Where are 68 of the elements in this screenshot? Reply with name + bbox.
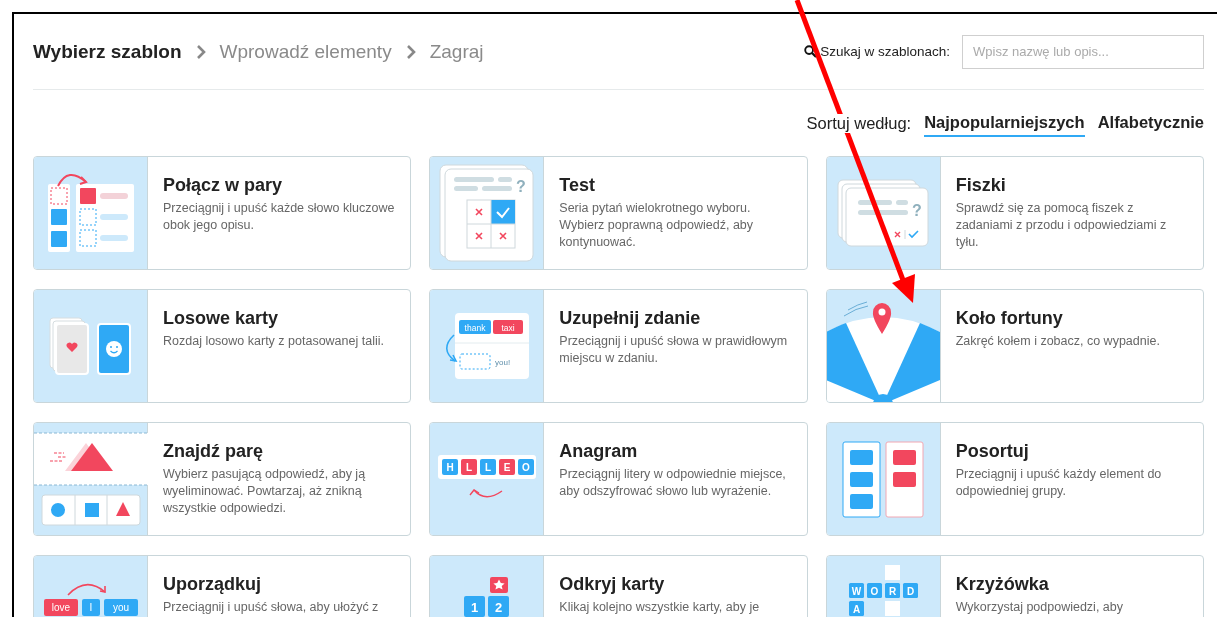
template-card[interactable]: ? Test Seria pytań wielokrotnego wyboru. Wybierz poprawną odpowiedź, aby kontynuować.: [429, 156, 808, 270]
template-title: Krzyżówka: [955, 574, 1050, 595]
star-card: [490, 577, 509, 593]
template-card[interactable]: Połącz w pary Przeciągnij i upuść każde słowo kluczowe obok jego opisu.: [33, 156, 412, 270]
template-title: Losowe karty: [163, 308, 280, 329]
letter-tile: D: [902, 583, 918, 598]
template-title: Uzupełnij zdanie: [559, 308, 702, 329]
template-title: Uporządkuj: [163, 574, 262, 595]
template-description: Przeciągnij i upuść każde słowo kluczowe obok jego opisu.: [163, 200, 396, 234]
template-card[interactable]: thank taxi you! Uzupełnij zdanie Przeciągnij i upuść słowa w prawidłowym miejscu w zdaniu.: [429, 289, 808, 403]
template-description: Zakręć kołem i zobacz, co wypadnie.: [955, 333, 1160, 350]
word-tile: you: [103, 599, 138, 616]
question-mark: ?: [912, 202, 922, 219]
template-description: Sprawdź się za pomocą fiszek z zadaniami z przodu i odpowiedziami z tyłu.: [955, 200, 1168, 251]
word-label: you!: [495, 358, 511, 367]
template-description: Przeciągnij i upuść słowa, aby ułożyć z: [163, 599, 379, 616]
template-description: Przeciągnij i upuść każdy element do odpowiedniej grupy.: [955, 466, 1163, 500]
template-description: Seria pytań wielokrotnego wyboru. Wybierz poprawną odpowiedź, aby kontynuować.: [559, 200, 755, 251]
empty-cell: [884, 601, 900, 616]
template-title: Posortuj: [955, 441, 1030, 462]
letter-tile: A: [848, 601, 864, 616]
letter-tile: O: [866, 583, 882, 598]
template-description: Klikaj kolejno wszystkie karty, aby je: [559, 599, 760, 616]
template-description: Wykorzystaj podpowiedzi, aby: [955, 599, 1123, 616]
number-tile: 2: [488, 596, 510, 617]
sort-option[interactable]: Alfabetycznie: [1097, 109, 1204, 137]
question-mark: ?: [516, 178, 527, 195]
search-field[interactable]: Wpisz nazwę lub opis...: [962, 34, 1204, 69]
template-title: Połącz w pary: [163, 175, 284, 196]
template-card[interactable]: 1 2 Odkryj karty Klikaj kolejno wszystkie karty, aby je: [429, 555, 808, 617]
template-card[interactable]: Posortuj Przeciągnij i upuść każdy element do odpowiedniej grupy.: [825, 422, 1204, 536]
letter-tile: R: [884, 583, 900, 598]
breadcrumb-step[interactable]: Wprowadź elementy: [219, 40, 392, 63]
template-card[interactable]: Koło fortuny Zakręć kołem i zobacz, co wypadnie.: [825, 289, 1204, 403]
breadcrumb-step[interactable]: Wybierz szablon: [33, 40, 182, 63]
word-tile: taxi: [493, 320, 524, 334]
sort-label: Sortuj według:: [806, 113, 912, 133]
curved-arrow-icon: [66, 583, 106, 596]
blank-slot: [459, 353, 491, 370]
template-card[interactable]: H L L E O Anagram Przeciągnij litery w odpowiednie miejsce, aby odszyfrować słowo lub wyrażenie.: [429, 422, 808, 536]
template-title: Odkryj karty: [559, 574, 666, 595]
template-card[interactable]: ? Fiszki Sprawdź się za pomocą fiszek z zadaniami z przodu i odpowiedziami z tyłu.: [825, 156, 1204, 270]
chevron-icon: [195, 44, 206, 59]
search-label: Szukaj w szablonach:: [820, 44, 950, 59]
template-card[interactable]: W O R D A Krzyżówka Wykorzystaj podpowiedzi, aby: [825, 555, 1204, 617]
search-icon: [804, 45, 818, 58]
sort-option[interactable]: Najpopularniejszych: [924, 109, 1085, 137]
letter-tile: W: [848, 583, 864, 598]
curved-arrow-icon: [469, 489, 503, 498]
template-description: Wybierz pasującą odpowiedź, aby ją wyeliminować. Powtarzaj, aż znikną wszystkie odpowiedzi.: [163, 466, 367, 517]
template-card[interactable]: love I you Uporządkuj Przeciągnij i upuść słowa, aby ułożyć z: [33, 555, 412, 617]
template-description: Przeciągnij i upuść słowa w prawidłowym miejscu w zdaniu.: [559, 333, 789, 367]
word-tile: I: [81, 599, 100, 616]
template-title: Anagram: [559, 441, 639, 462]
word-tile: love: [43, 599, 78, 616]
template-title: Koło fortuny: [955, 308, 1064, 329]
template-title: Test: [559, 175, 596, 196]
curved-arrow-icon: [446, 334, 458, 363]
chevron-icon: [405, 44, 416, 59]
template-title: Znajdź parę: [163, 441, 265, 462]
template-description: Rozdaj losowo karty z potasowanej talii.: [163, 333, 384, 350]
word-tile: thank: [459, 320, 492, 334]
template-description: Przeciągnij litery w odpowiednie miejsce, aby odszyfrować słowo lub wyrażenie.: [559, 466, 787, 500]
number-tile: 1: [464, 596, 486, 617]
empty-cell: [884, 565, 900, 580]
template-card[interactable]: Losowe karty Rozdaj losowo karty z potasowanej talii.: [33, 289, 412, 403]
template-card[interactable]: Znajdź parę Wybierz pasującą odpowiedź, aby ją wyeliminować. Powtarzaj, aż znikną wszystkie odpowiedzi.: [33, 422, 412, 536]
template-title: Fiszki: [955, 175, 1007, 196]
